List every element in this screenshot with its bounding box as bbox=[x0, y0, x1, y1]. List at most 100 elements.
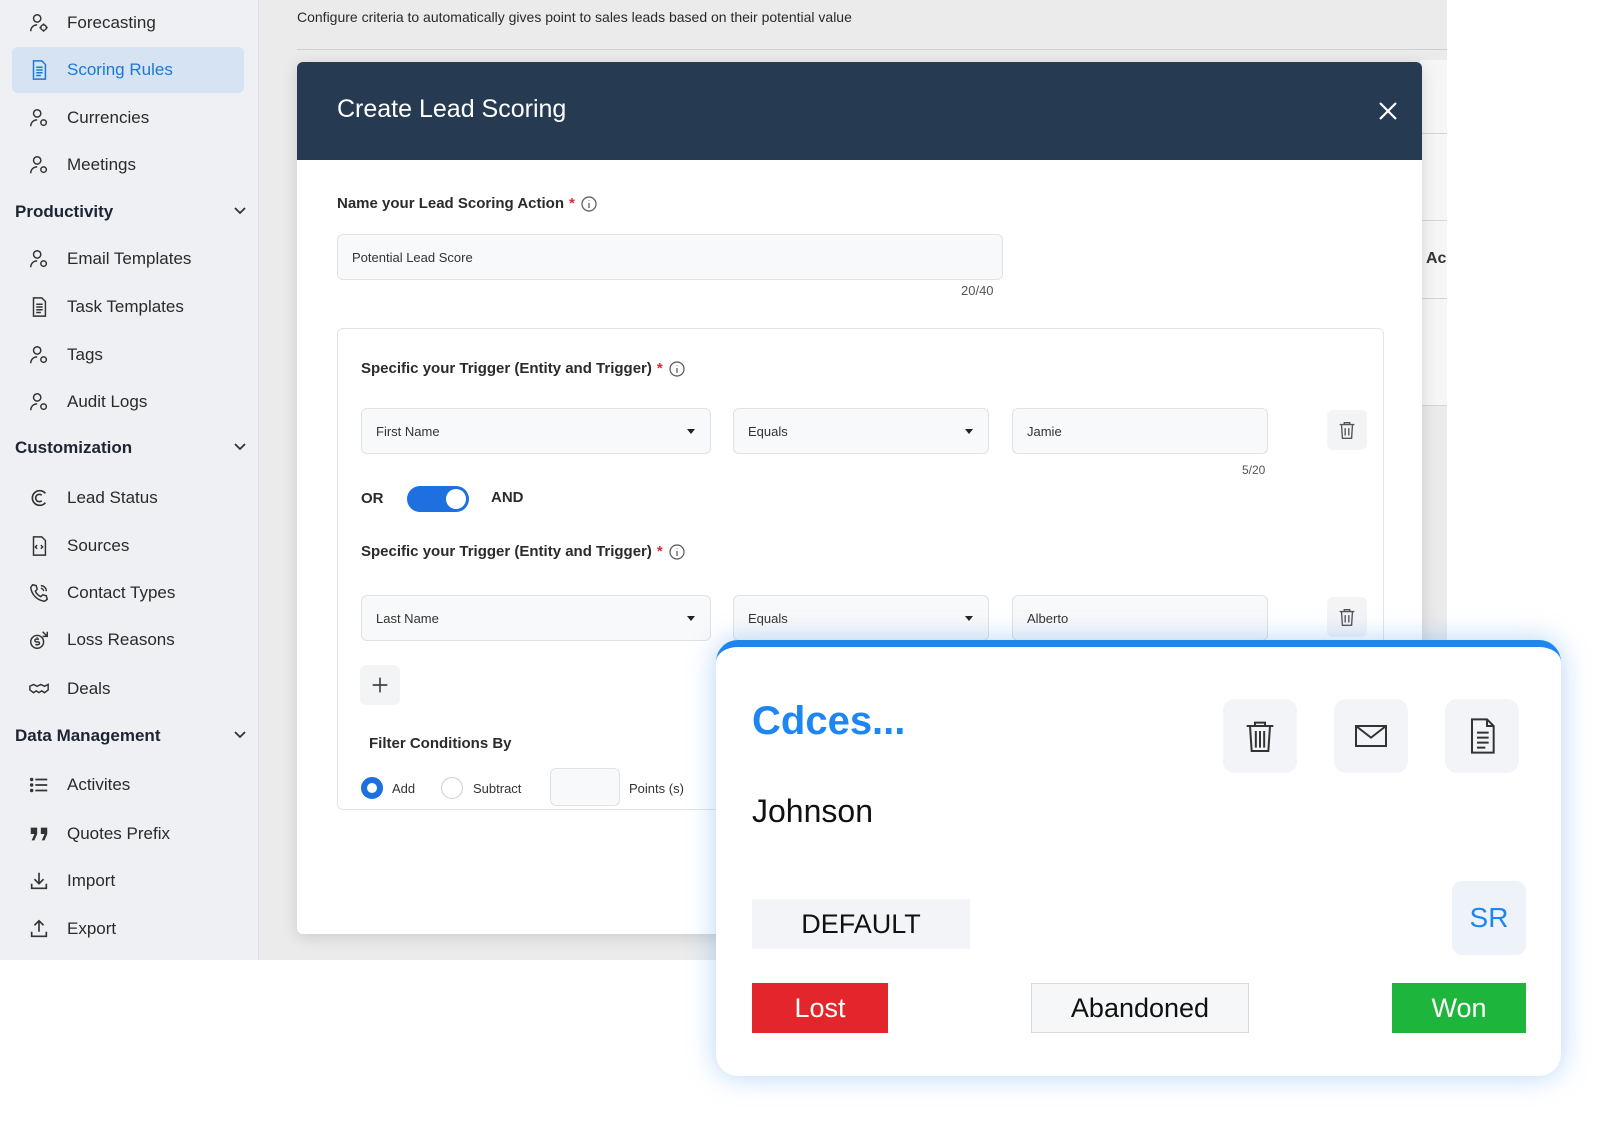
and-or-toggle[interactable] bbox=[407, 486, 469, 512]
sidebar-item-meetings[interactable]: Meetings bbox=[12, 142, 244, 188]
trigger2-delete-button[interactable] bbox=[1327, 597, 1367, 637]
sidebar-item-loss-reasons[interactable]: Loss Reasons bbox=[12, 617, 244, 663]
sidebar-section-data-management[interactable]: Data Management bbox=[15, 721, 247, 751]
card-document-button[interactable] bbox=[1445, 699, 1519, 773]
sidebar-item-quotes-prefix[interactable]: Quotes Prefix bbox=[12, 811, 244, 857]
sidebar-item-activites[interactable]: Activites bbox=[12, 762, 244, 808]
sidebar-section-customization[interactable]: Customization bbox=[15, 433, 247, 463]
lead-scoring-name-input[interactable]: Potential Lead Score bbox=[337, 234, 1003, 280]
sidebar-item-deals[interactable]: Deals bbox=[12, 666, 244, 712]
card-title[interactable]: Cdces... bbox=[752, 699, 905, 744]
trash-icon bbox=[1246, 721, 1274, 752]
caret-down-icon bbox=[965, 616, 973, 621]
sidebar-item-label: Contact Types bbox=[67, 583, 176, 602]
lead-card: Cdces... Johnson DEFAULT SR Lost Abandon… bbox=[716, 640, 1561, 1076]
trash-icon bbox=[1339, 608, 1355, 626]
select-value: Last Name bbox=[376, 610, 439, 626]
money-loss-icon bbox=[28, 629, 50, 651]
sidebar-item-label: Deals bbox=[67, 679, 111, 698]
divider bbox=[1420, 220, 1447, 221]
sidebar-item-label: Import bbox=[67, 871, 116, 890]
trigger1-delete-button[interactable] bbox=[1327, 410, 1367, 450]
trigger-label-text: Specific your Trigger (Entity and Trigge… bbox=[361, 360, 652, 377]
trash-icon bbox=[1339, 421, 1355, 439]
section-title: Productivity bbox=[15, 202, 114, 221]
default-badge: DEFAULT bbox=[752, 899, 970, 949]
close-icon[interactable] bbox=[1376, 99, 1400, 123]
trigger1-operator-select[interactable]: Equals bbox=[733, 408, 989, 454]
handshake-icon bbox=[28, 678, 50, 700]
sidebar-item-label: Currencies bbox=[67, 108, 150, 127]
subtract-radio[interactable] bbox=[441, 777, 463, 799]
select-value: First Name bbox=[376, 423, 440, 439]
sidebar-item-scoring-rules[interactable]: Scoring Rules bbox=[12, 47, 244, 93]
sidebar-item-currencies[interactable]: Currencies bbox=[12, 95, 244, 141]
sidebar-item-label: Audit Logs bbox=[67, 392, 148, 411]
sidebar-section-productivity[interactable]: Productivity bbox=[15, 197, 247, 227]
trigger1-value-input[interactable]: Jamie bbox=[1012, 408, 1268, 454]
sidebar-item-export[interactable]: Export bbox=[12, 906, 244, 952]
trigger2-value-input[interactable]: Alberto bbox=[1012, 595, 1268, 641]
toggle-knob bbox=[446, 489, 466, 509]
sidebar-item-label: Task Templates bbox=[67, 297, 184, 316]
caret-down-icon bbox=[687, 429, 695, 434]
trigger2-operator-select[interactable]: Equals bbox=[733, 595, 989, 641]
add-radio-label: Add bbox=[392, 781, 416, 796]
sidebar-item-forecasting[interactable]: Forecasting bbox=[12, 0, 244, 46]
phone-icon bbox=[28, 582, 50, 604]
trigger-label: Specific your Trigger (Entity and Trigge… bbox=[361, 543, 685, 560]
plus-icon bbox=[372, 677, 388, 693]
person-settings-icon bbox=[28, 12, 50, 34]
background-column-header: Ac bbox=[1426, 250, 1447, 267]
sidebar-item-label: Lead Status bbox=[67, 488, 158, 507]
export-icon bbox=[28, 918, 50, 940]
sidebar-item-label: Loss Reasons bbox=[67, 630, 175, 649]
sidebar-item-task-templates[interactable]: Task Templates bbox=[12, 284, 244, 330]
sidebar-item-email-templates[interactable]: Email Templates bbox=[12, 236, 244, 282]
person-settings-icon bbox=[28, 344, 50, 366]
trigger2-field-select[interactable]: Last Name bbox=[361, 595, 711, 641]
or-label: OR bbox=[361, 490, 384, 507]
sidebar-item-contact-types[interactable]: Contact Types bbox=[12, 570, 244, 616]
sidebar-item-label: Forecasting bbox=[67, 13, 156, 32]
sidebar-item-lead-status[interactable]: Lead Status bbox=[12, 475, 244, 521]
select-value: Equals bbox=[748, 610, 788, 626]
divider bbox=[1420, 298, 1447, 299]
status-abandoned-button[interactable]: Abandoned bbox=[1031, 983, 1249, 1033]
document-icon bbox=[28, 59, 50, 81]
and-label: AND bbox=[491, 489, 524, 506]
modal-header: Create Lead Scoring bbox=[297, 62, 1422, 160]
info-icon[interactable] bbox=[669, 360, 685, 377]
person-settings-icon bbox=[28, 107, 50, 129]
quote-icon bbox=[28, 823, 50, 845]
sidebar-item-sources[interactable]: Sources bbox=[12, 523, 244, 569]
card-delete-button[interactable] bbox=[1223, 699, 1297, 773]
info-icon[interactable] bbox=[581, 195, 597, 212]
add-radio[interactable] bbox=[361, 777, 383, 799]
sidebar-item-audit-logs[interactable]: Audit Logs bbox=[12, 379, 244, 425]
sidebar-item-import[interactable]: Import bbox=[12, 858, 244, 904]
sidebar-item-tags[interactable]: Tags bbox=[12, 332, 244, 378]
chevron-down-icon bbox=[233, 726, 247, 746]
name-label-text: Name your Lead Scoring Action bbox=[337, 195, 564, 212]
trigger1-field-select[interactable]: First Name bbox=[361, 408, 711, 454]
input-value: Potential Lead Score bbox=[352, 249, 473, 265]
card-email-button[interactable] bbox=[1334, 699, 1408, 773]
card-contact-name: Johnson bbox=[752, 793, 873, 829]
import-icon bbox=[28, 870, 50, 892]
lead-status-icon bbox=[28, 487, 50, 509]
sidebar-item-label: Quotes Prefix bbox=[67, 824, 170, 843]
chevron-down-icon bbox=[233, 202, 247, 222]
add-trigger-button[interactable] bbox=[360, 665, 400, 705]
chevron-down-icon bbox=[233, 438, 247, 458]
info-icon[interactable] bbox=[669, 543, 685, 560]
status-won-button[interactable]: Won bbox=[1392, 983, 1526, 1033]
caret-down-icon bbox=[687, 616, 695, 621]
background-table bbox=[1420, 60, 1447, 405]
page-description: Configure criteria to automatically give… bbox=[297, 9, 852, 25]
sidebar-item-label: Meetings bbox=[67, 155, 136, 174]
points-input[interactable] bbox=[550, 768, 620, 806]
trigger-label-text: Specific your Trigger (Entity and Trigge… bbox=[361, 543, 652, 560]
status-lost-button[interactable]: Lost bbox=[752, 983, 888, 1033]
divider bbox=[1420, 133, 1447, 134]
